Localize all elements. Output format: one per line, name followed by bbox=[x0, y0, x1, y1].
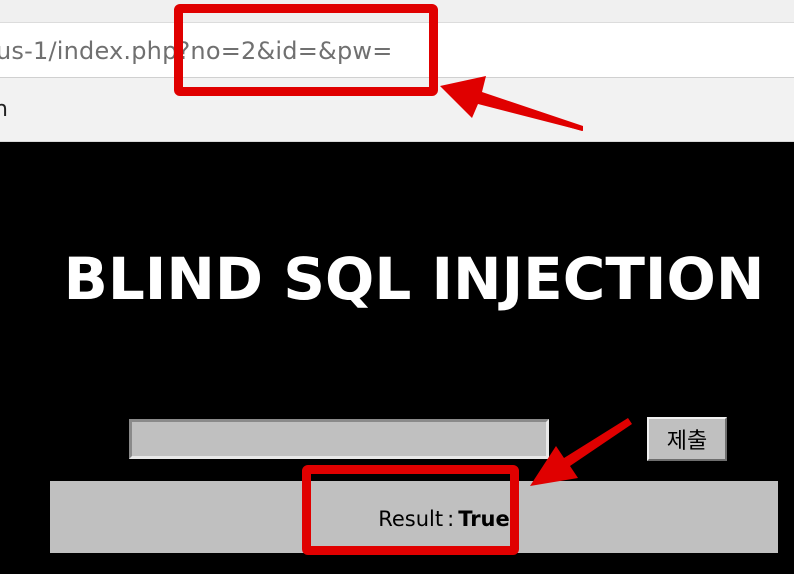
result-label: Result bbox=[378, 507, 444, 531]
result-box: Result: True bbox=[50, 481, 778, 553]
submit-button[interactable]: 제출 bbox=[647, 417, 727, 461]
url-text[interactable]: us-1/index.php?no=2&id=&pw= bbox=[0, 23, 393, 79]
page-content: BLIND SQL INJECTION 제출 Result: True bbox=[0, 142, 794, 574]
query-input[interactable] bbox=[129, 419, 549, 459]
address-bar[interactable]: us-1/index.php?no=2&id=&pw= bbox=[0, 22, 794, 78]
page-title: BLIND SQL INJECTION bbox=[63, 245, 765, 313]
browser-tab-strip bbox=[0, 0, 794, 22]
result-separator: : bbox=[447, 507, 455, 531]
result-value: True bbox=[458, 507, 510, 531]
result-line: Result: True bbox=[50, 481, 778, 557]
bookmark-item[interactable]: n bbox=[0, 78, 8, 142]
bookmark-bar: n bbox=[0, 78, 794, 142]
